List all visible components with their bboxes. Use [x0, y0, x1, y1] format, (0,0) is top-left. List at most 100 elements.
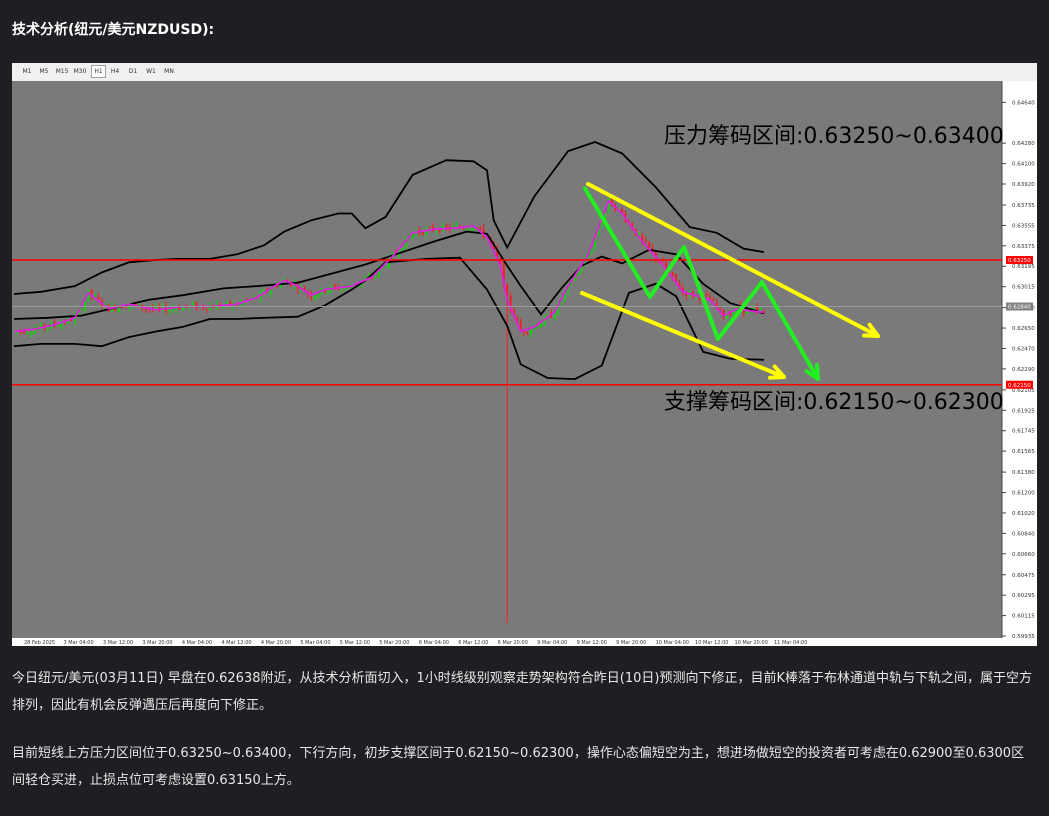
candle-body [29, 332, 32, 334]
candle-body [46, 327, 49, 329]
y-tick-label: 0.61925 [1012, 408, 1035, 414]
y-tick-label: 0.59935 [1012, 634, 1035, 640]
candle-body [205, 308, 208, 310]
y-tick-label: 0.63735 [1012, 203, 1035, 209]
candle-body [540, 323, 542, 328]
x-tick-label: 10 Mar 04:00 [656, 640, 689, 646]
tf-m15-button[interactable]: M15 [54, 66, 70, 77]
analysis-paragraph-1: 今日纽元/美元(03月11日) 早盘在0.62638附近，从技术分析面切入，1小… [12, 671, 1032, 713]
y-tick-label: 0.61380 [1012, 470, 1035, 476]
candle-body [175, 308, 178, 310]
x-tick-label: 6 Mar 04:00 [419, 640, 449, 646]
page-title: 技术分析(纽元/美元NZDUSD): [12, 22, 215, 38]
y-tick-label: 0.60295 [1012, 593, 1035, 599]
y-tick-label: 0.63920 [1012, 182, 1035, 188]
y-tick-label: 0.61200 [1012, 491, 1035, 497]
tf-m5-button[interactable]: M5 [37, 66, 51, 77]
y-tick-label: 0.63375 [1012, 244, 1035, 250]
y-tick-label: 0.62470 [1012, 346, 1035, 352]
candle-body [445, 226, 448, 228]
candle-body [334, 285, 336, 288]
candle-body [553, 314, 556, 318]
chart-frame: M1 M5 M15 M30 H1 H4 D1 W1 MN 压力筹码区间:0.63… [12, 63, 1037, 646]
y-tick-label: 0.60475 [1012, 573, 1035, 579]
x-tick-label: 9 Mar 12:00 [577, 640, 607, 646]
tf-h4-button[interactable]: H4 [108, 66, 122, 77]
x-tick-label: 6 Mar 12:00 [458, 640, 488, 646]
candle-body [317, 293, 319, 297]
candle-body [421, 232, 424, 235]
candle-body [269, 289, 272, 294]
candle-body [465, 228, 468, 231]
x-tick-label: 5 Mar 20:00 [379, 640, 409, 646]
candle-body [712, 299, 715, 301]
tf-d1-button[interactable]: D1 [126, 66, 140, 77]
candle-body [729, 313, 732, 316]
x-tick-label: 10 Mar 12:00 [695, 640, 728, 646]
tf-h1-button[interactable]: H1 [91, 65, 106, 78]
candle-body [705, 294, 708, 297]
price-chart: 压力筹码区间:0.63250~0.63400 支撑筹码区间:0.62150~0.6… [12, 81, 1037, 646]
x-tick-label: 6 Mar 20:00 [498, 640, 528, 646]
candle-body [56, 325, 59, 327]
candle-body [26, 332, 29, 334]
candle-body [33, 329, 36, 334]
candle-body [276, 285, 279, 287]
candle-body [644, 240, 647, 243]
candle-body [94, 295, 97, 297]
candle-body [313, 295, 316, 300]
y-tick-label: 0.61565 [1012, 449, 1035, 455]
price-tag-label: 0.63250 [1008, 258, 1031, 264]
candle-body [435, 230, 438, 232]
candle-body [80, 308, 83, 310]
x-tick-label: 5 Mar 04:00 [300, 640, 330, 646]
candle-body [327, 290, 330, 294]
x-tick-label: 3 Mar 12:00 [103, 640, 133, 646]
x-tick-label: 5 Mar 12:00 [340, 640, 370, 646]
candle-body [60, 322, 63, 327]
y-tick-label: 0.64100 [1012, 162, 1035, 168]
y-tick-label: 0.63015 [1012, 285, 1035, 291]
candle-body [529, 329, 532, 334]
x-tick-label: 11 Mar 04:00 [774, 640, 807, 646]
x-tick-label: 4 Mar 20:00 [261, 640, 291, 646]
resistance-zone-label: 压力筹码区间:0.63250~0.63400 [664, 124, 1004, 149]
candle-body [725, 314, 728, 320]
candle-body [462, 228, 465, 230]
y-tick-label: 0.61745 [1012, 429, 1035, 435]
price-tag-label: 0.62150 [1008, 383, 1031, 389]
candle-body [641, 234, 644, 241]
y-tick-label: 0.64280 [1012, 141, 1035, 147]
tf-m1-button[interactable]: M1 [20, 66, 34, 77]
candle-body [117, 307, 120, 312]
candle-body [124, 307, 127, 309]
x-tick-label: 9 Mar 04:00 [537, 640, 567, 646]
tf-mn-button[interactable]: MN [162, 66, 176, 77]
y-tick-label: 0.61020 [1012, 511, 1035, 517]
x-tick-label: 10 Mar 20:00 [735, 640, 768, 646]
x-tick-label: 3 Mar 04:00 [63, 640, 93, 646]
price-tag-label: 0.62840 [1008, 305, 1031, 311]
y-tick-label: 0.60660 [1012, 552, 1035, 558]
y-tick-label: 0.62290 [1012, 367, 1035, 373]
x-tick-label: 4 Mar 12:00 [221, 640, 251, 646]
y-tick-label: 0.63195 [1012, 264, 1035, 270]
support-zone-label: 支撑筹码区间:0.62150~0.62300 [664, 390, 1004, 415]
candle-body [648, 241, 651, 249]
candle-body [178, 307, 181, 310]
timeframe-toolbar: M1 M5 M15 M30 H1 H4 D1 W1 MN [12, 63, 1037, 82]
x-tick-label: 9 Mar 20:00 [616, 640, 646, 646]
x-tick-label: 4 Mar 04:00 [182, 640, 212, 646]
tf-m30-button[interactable]: M30 [72, 66, 88, 77]
candle-body [428, 227, 431, 229]
candle-body [756, 307, 759, 310]
y-tick-label: 0.63555 [1012, 223, 1035, 229]
candle-body [469, 229, 472, 231]
candle-body [225, 302, 228, 305]
candle-body [671, 272, 674, 276]
candle-body [168, 308, 171, 312]
y-tick-label: 0.62650 [1012, 326, 1035, 332]
tf-w1-button[interactable]: W1 [144, 66, 158, 77]
y-tick-label: 0.64640 [1012, 100, 1035, 106]
candle-body [719, 308, 722, 310]
